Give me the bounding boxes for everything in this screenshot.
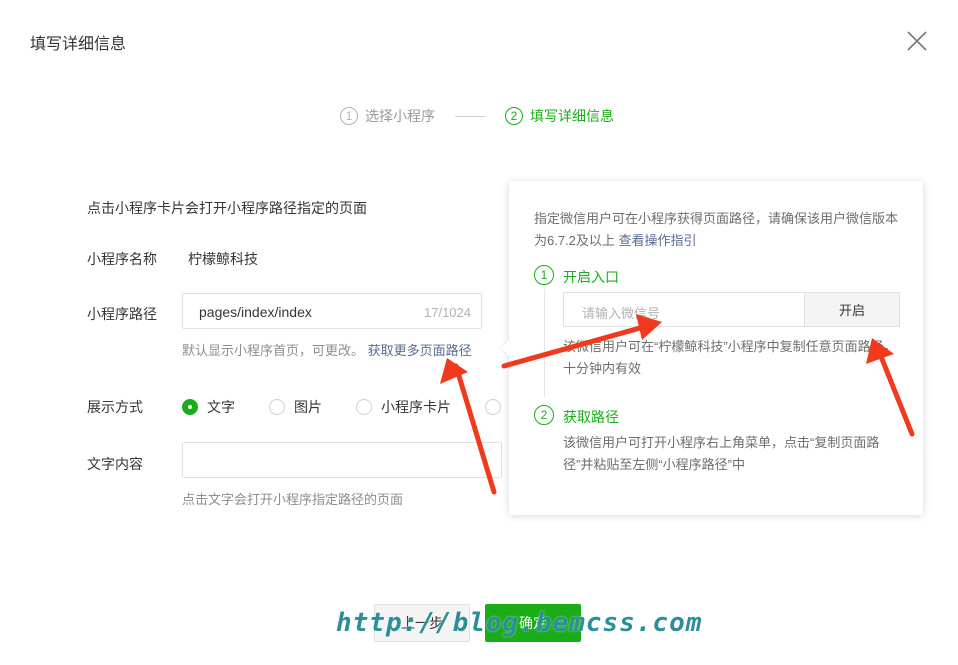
guide-link[interactable]: 查看操作指引 [619, 233, 697, 248]
display-radio-group: 文字 图片 小程序卡片 [182, 397, 510, 417]
step-2-number: 2 [505, 107, 523, 125]
popover-step-2-title: 获取路径 [563, 409, 619, 425]
radio-text-dot[interactable] [182, 399, 198, 415]
step-1-label: 选择小程序 [365, 108, 435, 124]
popover-step-1-number: 1 [534, 265, 554, 285]
radio-extra-dot[interactable] [485, 399, 501, 415]
popover-step-line [544, 289, 545, 397]
path-char-count: 17/1024 [424, 305, 471, 320]
step-divider [455, 115, 485, 117]
popover-pointer [501, 340, 509, 356]
popover-step-1-text: 该微信用户可在“柠檬鲸科技”小程序中复制任意页面路径，十分钟内有效 [563, 339, 897, 376]
dialog-title: 填写详细信息 [30, 36, 127, 53]
name-label: 小程序名称 [87, 251, 157, 267]
path-hint: 默认显示小程序首页，可更改。 获取更多页面路径 [182, 340, 472, 359]
path-input-value[interactable]: pages/index/index [199, 304, 312, 320]
name-value: 柠檬鲸科技 [188, 251, 258, 267]
popover-intro: 指定微信用户可在小程序获得页面路径，请确保该用户微信版本为6.7.2及以上 查看… [534, 208, 906, 252]
radio-image[interactable]: 图片 [269, 397, 322, 417]
step-1: 1 选择小程序 [340, 106, 435, 126]
radio-image-dot[interactable] [269, 399, 285, 415]
radio-image-label: 图片 [294, 399, 322, 415]
path-input[interactable]: pages/index/index 17/1024 [182, 293, 482, 329]
path-popover: 指定微信用户可在小程序获得页面路径，请确保该用户微信版本为6.7.2及以上 查看… [509, 181, 923, 515]
popover-step-1-title: 开启入口 [563, 269, 619, 285]
close-icon[interactable] [905, 29, 929, 53]
radio-card[interactable]: 小程序卡片 [356, 397, 451, 417]
radio-text-label: 文字 [207, 399, 235, 415]
step-indicator: 1 选择小程序 2 填写详细信息 [340, 106, 614, 126]
popover-step-2-text: 该微信用户可打开小程序右上角菜单，点击“复制页面路径”并粘贴至左侧“小程序路径”… [563, 435, 880, 472]
text-content-label: 文字内容 [87, 456, 143, 472]
path-label: 小程序路径 [87, 306, 157, 322]
wechat-id-input[interactable]: 请输入微信号 [563, 292, 804, 327]
path-hint-text: 默认显示小程序首页，可更改。 [182, 343, 365, 358]
step-1-number: 1 [340, 107, 358, 125]
popover-intro-text: 指定微信用户可在小程序获得页面路径，请确保该用户微信版本为6.7.2及以上 [534, 211, 899, 248]
step-2-label: 填写详细信息 [530, 108, 614, 124]
text-content-hint: 点击文字会打开小程序指定路径的页面 [182, 492, 404, 507]
radio-text[interactable]: 文字 [182, 397, 235, 417]
text-content-input[interactable] [182, 442, 502, 478]
radio-card-dot[interactable] [356, 399, 372, 415]
watermark: http://blog.bemcss.com [336, 608, 703, 638]
more-paths-link[interactable]: 获取更多页面路径 [368, 343, 472, 358]
radio-card-label: 小程序卡片 [381, 399, 451, 415]
open-entry-button[interactable]: 开启 [804, 292, 900, 327]
form-description: 点击小程序卡片会打开小程序路径指定的页面 [87, 200, 367, 216]
display-label: 展示方式 [87, 399, 143, 415]
wechat-id-placeholder[interactable]: 请输入微信号 [582, 303, 660, 322]
popover-step-2-number: 2 [534, 405, 554, 425]
step-2: 2 填写详细信息 [505, 106, 614, 126]
